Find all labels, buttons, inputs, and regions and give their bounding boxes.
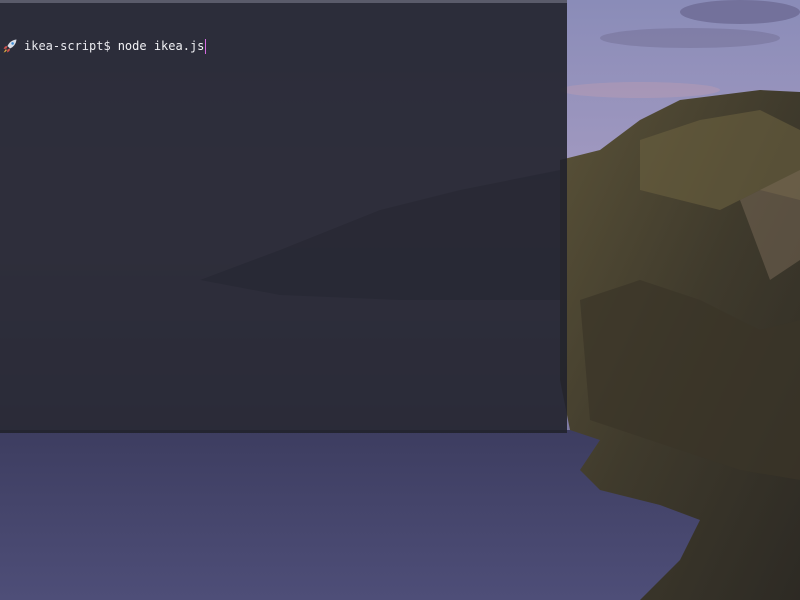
cloud-shape — [600, 28, 780, 48]
rocket-icon — [3, 39, 17, 53]
terminal-window[interactable]: ikea-script$ node ikea.js — [0, 0, 567, 433]
terminal-command: node ikea.js — [117, 39, 205, 53]
terminal-title-bar[interactable] — [0, 0, 567, 3]
terminal-prompt-line: ikea-script$ node ikea.js — [2, 38, 563, 54]
text-cursor — [205, 38, 207, 54]
cloud-shape — [680, 0, 800, 24]
terminal-output[interactable]: ikea-script$ node ikea.js — [2, 6, 563, 86]
desktop: ikea-script$ node ikea.js — [0, 0, 800, 600]
cloud-shape — [560, 82, 720, 98]
terminal-prompt: ikea-script$ — [24, 39, 111, 53]
